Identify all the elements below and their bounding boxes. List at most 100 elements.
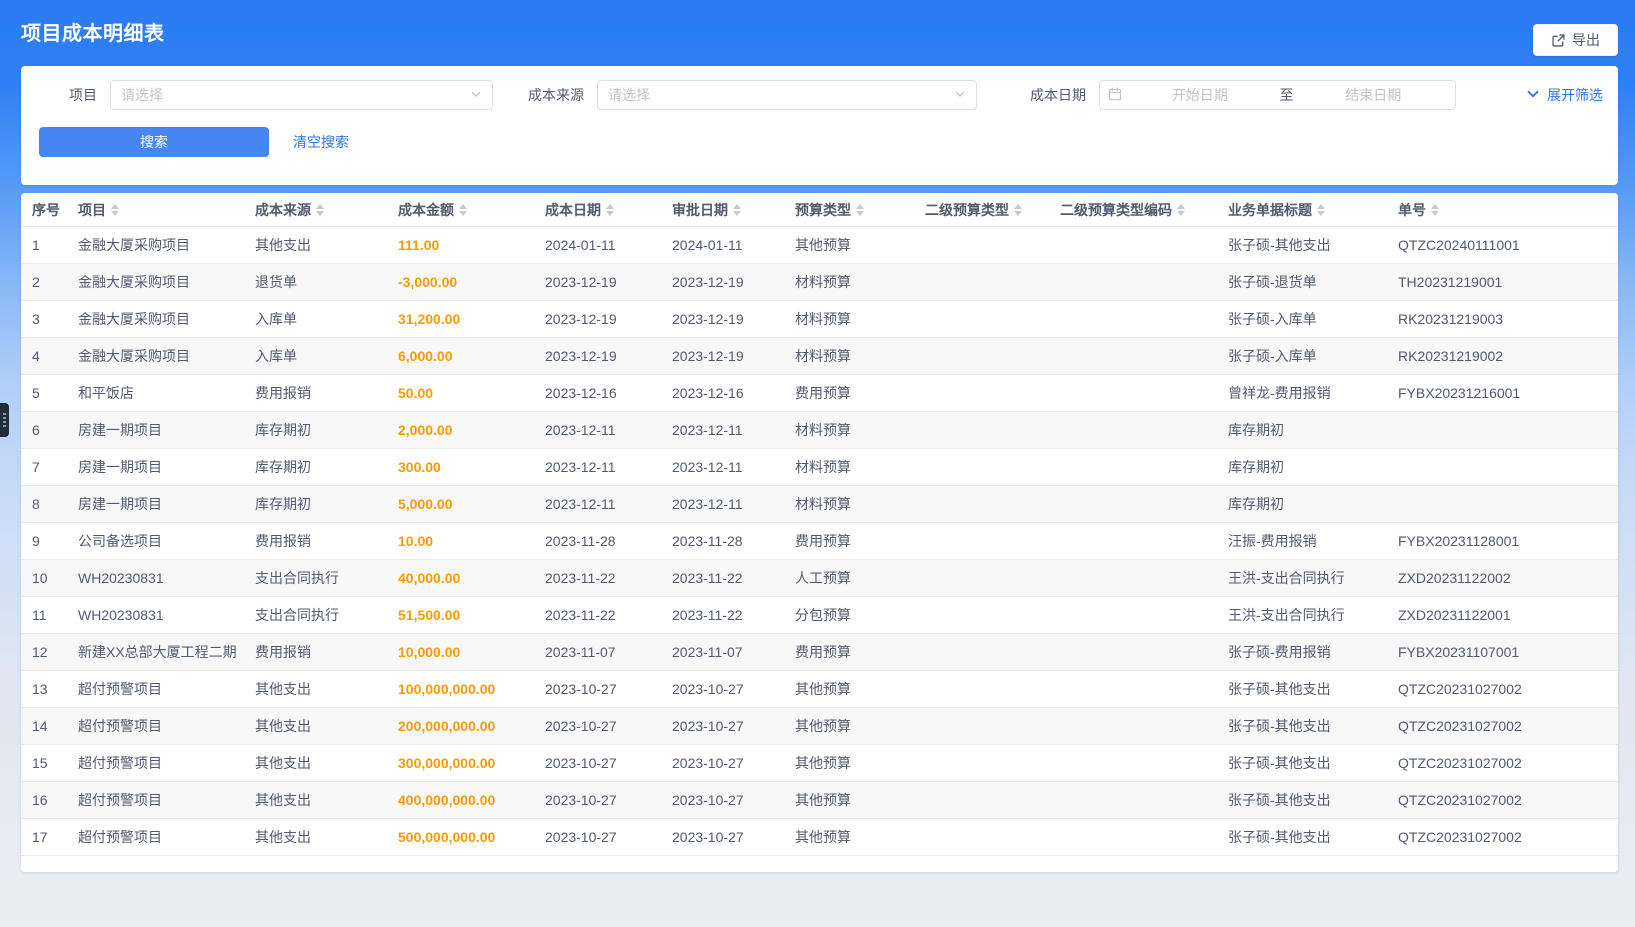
cell-no: 2: [21, 274, 67, 290]
cell-budget-type: 其他预算: [784, 753, 914, 773]
export-icon: [1551, 33, 1566, 48]
table-row: 13超付预警项目其他支出100,000,000.002023-10-272023…: [21, 671, 1618, 708]
cell-source: 其他支出: [244, 235, 387, 255]
column-header[interactable]: 成本金额: [387, 200, 534, 220]
column-header-label: 单号: [1398, 200, 1426, 220]
column-header[interactable]: 成本日期: [534, 200, 661, 220]
column-header[interactable]: 审批日期: [661, 200, 784, 220]
sort-carets-icon[interactable]: [856, 204, 864, 216]
column-header[interactable]: 二级预算类型编码: [1049, 200, 1217, 220]
cell-no: 10: [21, 570, 67, 586]
cell-doc-title: 张子硕-退货单: [1217, 272, 1387, 292]
sort-carets-icon[interactable]: [733, 204, 741, 216]
cell-cost-date: 2023-10-27: [534, 792, 661, 808]
cell-doc-no: QTZC20231027002: [1387, 792, 1618, 808]
cell-amount: 300,000,000.00: [387, 755, 534, 771]
cell-no: 5: [21, 385, 67, 401]
cost-source-filter-label: 成本来源: [520, 85, 584, 105]
search-button[interactable]: 搜索: [39, 127, 269, 157]
cell-no: 4: [21, 348, 67, 364]
cell-amount: -3,000.00: [387, 274, 534, 290]
column-header: 序号: [21, 200, 67, 220]
cell-no: 1: [21, 237, 67, 253]
cell-approve-date: 2023-12-11: [661, 459, 784, 475]
start-date-input[interactable]: 开始日期: [1126, 85, 1274, 105]
cell-cost-date: 2023-11-07: [534, 644, 661, 660]
column-header[interactable]: 预算类型: [784, 200, 914, 220]
cell-doc-no: RK20231219002: [1387, 348, 1618, 364]
cost-date-filter-label: 成本日期: [1022, 85, 1086, 105]
cell-source: 费用报销: [244, 531, 387, 551]
cell-budget-type: 分包预算: [784, 605, 914, 625]
column-header-label: 成本来源: [255, 200, 311, 220]
cell-approve-date: 2023-12-16: [661, 385, 784, 401]
cell-cost-date: 2023-12-11: [534, 459, 661, 475]
cell-doc-no: FYBX20231107001: [1387, 644, 1618, 660]
export-button-label: 导出: [1572, 30, 1600, 50]
table-row: 14超付预警项目其他支出200,000,000.002023-10-272023…: [21, 708, 1618, 745]
cell-amount: 40,000.00: [387, 570, 534, 586]
cell-source: 其他支出: [244, 753, 387, 773]
cell-doc-title: 张子硕-其他支出: [1217, 235, 1387, 255]
cell-doc-title: 库存期初: [1217, 457, 1387, 477]
cell-project: 金融大厦采购项目: [67, 346, 244, 366]
cost-source-select[interactable]: 请选择: [597, 80, 977, 110]
end-date-input[interactable]: 结束日期: [1300, 85, 1448, 105]
cell-project: 房建一期项目: [67, 494, 244, 514]
sort-carets-icon[interactable]: [606, 204, 614, 216]
cell-doc-title: 张子硕-其他支出: [1217, 753, 1387, 773]
sort-carets-icon[interactable]: [459, 204, 467, 216]
cost-date-range-input[interactable]: 开始日期 至 结束日期: [1099, 80, 1456, 110]
cell-doc-no: FYBX20231216001: [1387, 385, 1618, 401]
cell-no: 11: [21, 607, 67, 623]
drawer-handle[interactable]: [0, 403, 9, 437]
cost-table: 序号项目成本来源 成本金额 成本日期审批日期预算类型二级预算类型二级预算类型编码业务…: [21, 193, 1618, 872]
cell-no: 17: [21, 829, 67, 845]
table-row: 15超付预警项目其他支出300,000,000.002023-10-272023…: [21, 745, 1618, 782]
cell-budget-type: 其他预算: [784, 235, 914, 255]
column-header-label: 成本金额: [398, 200, 454, 220]
column-header[interactable]: 成本来源: [244, 200, 387, 220]
cell-project: WH20230831: [67, 570, 244, 586]
column-header[interactable]: 单号: [1387, 200, 1618, 220]
cell-amount: 111.00: [387, 237, 534, 253]
table-row: 3金融大厦采购项目入库单31,200.002023-12-192023-12-1…: [21, 301, 1618, 338]
column-header[interactable]: 项目: [67, 200, 244, 220]
table-body: 1金融大厦采购项目其他支出111.002024-01-112024-01-11其…: [21, 227, 1618, 856]
cell-approve-date: 2023-12-19: [661, 348, 784, 364]
project-select[interactable]: 请选择: [110, 80, 493, 110]
clear-search-link[interactable]: 清空搜索: [293, 132, 349, 152]
cell-budget-type: 其他预算: [784, 790, 914, 810]
cell-approve-date: 2023-11-28: [661, 533, 784, 549]
export-button[interactable]: 导出: [1533, 24, 1618, 56]
top-bar: 项目成本明细表 导出: [0, 0, 1635, 62]
cell-budget-type: 人工预算: [784, 568, 914, 588]
sort-carets-icon[interactable]: [316, 204, 324, 216]
cell-cost-date: 2024-01-11: [534, 237, 661, 253]
column-header[interactable]: 二级预算类型: [914, 200, 1049, 220]
cell-doc-title: 汪振-费用报销: [1217, 531, 1387, 551]
sort-carets-icon[interactable]: [111, 204, 119, 216]
cell-budget-type: 费用预算: [784, 531, 914, 551]
cell-amount: 50.00: [387, 385, 534, 401]
cell-project: 超付预警项目: [67, 753, 244, 773]
cell-project: 和平饭店: [67, 383, 244, 403]
column-header[interactable]: 业务单据标题: [1217, 200, 1387, 220]
cell-source: 其他支出: [244, 679, 387, 699]
cell-source: 库存期初: [244, 457, 387, 477]
cell-cost-date: 2023-11-28: [534, 533, 661, 549]
table-row: 7房建一期项目库存期初300.002023-12-112023-12-11材料预…: [21, 449, 1618, 486]
sort-carets-icon[interactable]: [1014, 204, 1022, 216]
page-title: 项目成本明细表: [21, 17, 165, 46]
sort-carets-icon[interactable]: [1431, 204, 1439, 216]
cell-doc-title: 王洪-支出合同执行: [1217, 605, 1387, 625]
cell-doc-title: 张子硕-入库单: [1217, 309, 1387, 329]
sort-carets-icon[interactable]: [1177, 204, 1185, 216]
sort-carets-icon[interactable]: [1317, 204, 1325, 216]
expand-filters-link[interactable]: 展开筛选: [1526, 85, 1603, 105]
table-row: 17超付预警项目其他支出500,000,000.002023-10-272023…: [21, 819, 1618, 856]
cell-budget-type: 费用预算: [784, 642, 914, 662]
cell-source: 其他支出: [244, 827, 387, 847]
cell-doc-title: 库存期初: [1217, 420, 1387, 440]
cell-budget-type: 其他预算: [784, 679, 914, 699]
